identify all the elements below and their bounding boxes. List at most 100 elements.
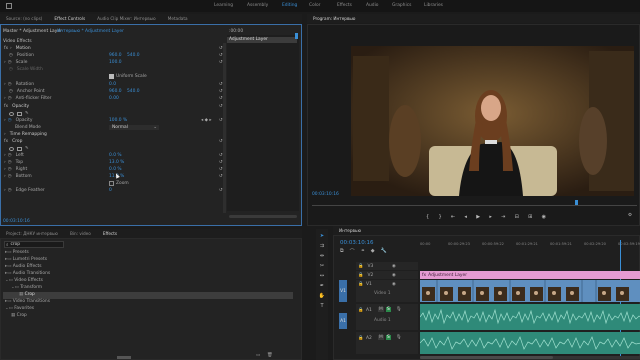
fx-icon[interactable]: fx (4, 46, 8, 51)
workspace-item-graphics[interactable]: Graphics (392, 3, 411, 8)
tree-item-video-effects[interactable]: ⌄▭ Video Effects (3, 278, 293, 285)
hand-tool-icon[interactable]: ✋ (316, 293, 328, 299)
workspace-item-effects[interactable]: Effects (337, 3, 352, 8)
timeline-horizontal-scrollbar[interactable] (420, 356, 640, 359)
stopwatch-icon[interactable]: ◷ (8, 188, 12, 193)
step-forward-icon[interactable]: ▸ (489, 214, 492, 220)
play-icon[interactable]: ▶ (476, 214, 480, 220)
tab-bin-video[interactable]: Bin: video (64, 231, 97, 236)
effect-controls-scrollbar[interactable] (223, 43, 226, 213)
program-scrubber[interactable] (312, 202, 637, 206)
eye-icon[interactable]: ◉ (392, 273, 396, 278)
blend-mode-row[interactable]: Blend Mode Normal ⌄ (1, 124, 301, 131)
fx-icon[interactable]: fx (4, 104, 8, 109)
track-header-v3[interactable]: 🔒 V3 ◉ (356, 262, 418, 270)
position-y-value[interactable]: 540.0 (127, 53, 140, 58)
crop-top-value[interactable]: 13.0 % (109, 160, 124, 165)
track-header-v1[interactable]: 🔒 V1 ◉ Video 1 (356, 280, 418, 302)
go-to-out-icon[interactable]: ⇥ (501, 214, 505, 220)
chevron-right-icon[interactable]: › (4, 132, 6, 137)
scale-value[interactable]: 100.0 (109, 60, 122, 65)
stopwatch-icon[interactable]: ◷ (8, 96, 12, 101)
track-header-a1[interactable]: 🔒 A1 M S 🎙 Audio 1 (356, 304, 418, 330)
eye-icon[interactable]: ◉ (392, 282, 396, 287)
edge-feather-row[interactable]: › ◷ Edge Feather 0 ↺ (1, 187, 301, 194)
settings-icon[interactable]: ⚙ (628, 213, 632, 218)
tab-metadata[interactable]: Metadata (162, 16, 194, 21)
pen-tool-icon[interactable]: ✒ (316, 283, 328, 289)
timeline-timecode[interactable]: 00:03:10:16 (340, 240, 374, 246)
crop-bottom-row[interactable]: › ◷ Bottom 11.0 % ↺ (1, 173, 301, 180)
ellipse-mask-icon[interactable] (9, 146, 14, 151)
selection-tool-icon[interactable]: ➤ (316, 233, 328, 239)
chevron-down-icon[interactable]: › (10, 46, 12, 51)
home-icon[interactable] (6, 3, 12, 9)
uniform-scale-row[interactable]: Uniform Scale (1, 73, 301, 80)
new-bin-icon[interactable]: ▭ (256, 353, 260, 358)
stopwatch-icon[interactable]: ◷ (8, 174, 12, 179)
tree-item-transform[interactable]: ⌄▭ Transform (3, 285, 293, 292)
insert-icon[interactable]: ⊟ (515, 214, 519, 220)
program-playhead[interactable] (575, 200, 578, 205)
stopwatch-icon[interactable]: ◷ (9, 89, 13, 94)
opacity-value[interactable]: 100.0 % (109, 118, 127, 123)
overwrite-icon[interactable]: ⊞ (528, 214, 532, 220)
uniform-scale-checkbox[interactable] (109, 74, 114, 79)
stopwatch-icon[interactable]: ◷ (8, 153, 12, 158)
lock-icon[interactable]: 🔒 (358, 282, 363, 287)
wrench-icon[interactable]: 🔧 (381, 248, 387, 255)
eye-icon[interactable]: ◉ (392, 264, 396, 269)
step-back-icon[interactable]: ◂ (464, 214, 467, 220)
mute-button[interactable]: M (378, 307, 384, 312)
tree-item-audio-effects[interactable]: ▸▭ Audio Effects (3, 264, 293, 271)
snap-icon[interactable]: ⌒ (350, 248, 355, 255)
anchor-y-value[interactable]: 540.0 (127, 89, 140, 94)
chevron-right-icon[interactable]: › (4, 167, 6, 172)
anti-flicker-row[interactable]: › ◷ Anti-flicker Filter 0.00 ↺ (1, 95, 301, 102)
mark-out-icon[interactable]: } (438, 214, 441, 220)
tree-item-favorite-crop[interactable]: ▦ Crop (3, 313, 293, 320)
anti-flicker-value[interactable]: 0.00 (109, 96, 119, 101)
anchor-point-row[interactable]: ◷ Anchor Point 960.0 540.0 ↺ (1, 88, 301, 95)
razor-tool-icon[interactable]: ✂ (316, 263, 328, 269)
chevron-right-icon[interactable]: › (4, 60, 6, 65)
chevron-right-icon[interactable]: › (4, 96, 6, 101)
tab-sequence[interactable]: Интервью (333, 228, 367, 233)
keyframe-nav-icon[interactable]: ◂ ◆ ▸ (201, 118, 212, 123)
mic-icon[interactable]: 🎙 (396, 307, 402, 312)
master-clip-label[interactable]: Master * Adjustment Layer (3, 29, 62, 34)
rect-mask-icon[interactable] (17, 111, 22, 116)
tab-effects[interactable]: Effects (97, 231, 123, 236)
time-remapping-row[interactable]: › Time Remapping (1, 131, 301, 138)
program-timecode[interactable]: 00:03:10:16 (312, 192, 339, 197)
search-input[interactable]: ⌕ crop (4, 241, 64, 248)
ellipse-mask-icon[interactable] (9, 111, 14, 116)
crop-left-row[interactable]: › ◷ Left 0.0 % ↺ (1, 152, 301, 159)
tree-item-audio-transitions[interactable]: ▸▭ Audio Transitions (3, 271, 293, 278)
fx-icon[interactable]: fx (4, 139, 8, 144)
tree-item-favorites[interactable]: ⌄▭ Favorites (3, 306, 293, 313)
lock-icon[interactable]: 🔒 (358, 264, 363, 269)
motion-row[interactable]: fx › Motion ↺ (1, 45, 301, 52)
stopwatch-icon[interactable]: ◷ (8, 167, 12, 172)
audio-clip-a2[interactable] (420, 332, 640, 354)
chevron-right-icon[interactable]: › (4, 174, 6, 179)
adjustment-layer-clip[interactable]: fx Adjustment Layer (420, 271, 640, 279)
scale-row[interactable]: › ◷ Scale 100.0 ↺ (1, 59, 301, 66)
blend-mode-dropdown[interactable]: Normal ⌄ (109, 125, 159, 130)
crop-right-row[interactable]: › ◷ Right 0.0 % ↺ (1, 166, 301, 173)
crop-right-value[interactable]: 0.0 % (109, 167, 122, 172)
delete-icon[interactable]: 🗑 (267, 353, 273, 358)
source-patch-a1[interactable]: A1 (339, 313, 347, 329)
solo-button[interactable]: S (386, 307, 391, 312)
go-to-in-icon[interactable]: ⇤ (451, 214, 455, 220)
mic-icon[interactable]: 🎙 (396, 335, 402, 340)
zoom-row[interactable]: Zoom (1, 180, 301, 187)
chevron-right-icon[interactable]: › (4, 188, 6, 193)
chevron-right-icon[interactable]: › (4, 82, 6, 87)
stopwatch-icon[interactable]: ◷ (8, 118, 12, 123)
workspace-item-assembly[interactable]: Assembly (247, 3, 268, 8)
video-clip-thumbnails[interactable] (420, 280, 640, 302)
track-header-v2[interactable]: 🔒 V2 ◉ (356, 271, 418, 279)
rotation-row[interactable]: › ◷ Rotation 0.0 ↺ (1, 81, 301, 88)
